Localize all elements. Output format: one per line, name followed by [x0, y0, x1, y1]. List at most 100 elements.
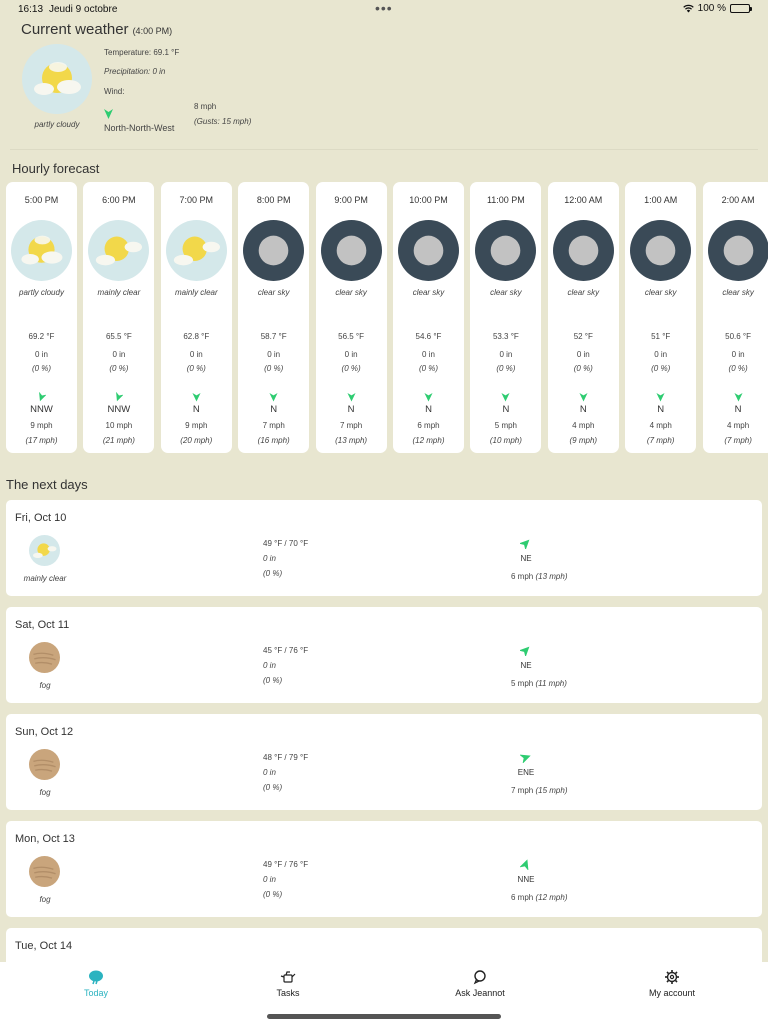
daily-condition: fog	[39, 681, 51, 690]
daily-wind-speed: 5 mph	[511, 679, 534, 688]
hourly-wind-gust: (16 mph)	[257, 436, 290, 445]
hourly-wind-direction: N	[657, 404, 665, 415]
hourly-temperature: 54.6 °F	[415, 332, 442, 341]
hourly-condition: clear sky	[567, 288, 600, 297]
daily-precip-chance: (0 %)	[263, 890, 283, 899]
daily-condition: mainly clear	[23, 574, 67, 583]
tab-tasks[interactable]: Tasks	[192, 969, 384, 1009]
hourly-time: 1:00 AM	[644, 195, 678, 205]
daily-card[interactable]: Fri, Oct 10 mainly clear 49 °F / 70 °F 0…	[6, 500, 762, 596]
hourly-time: 10:00 PM	[409, 195, 448, 205]
current-wind-label: Wind:	[104, 87, 125, 96]
daily-condition: fog	[39, 895, 51, 904]
current-time: (4:00 PM)	[132, 26, 173, 36]
partly-cloudy-icon	[22, 44, 92, 114]
current-condition: partly cloudy	[34, 120, 80, 129]
multitask-dots-icon[interactable]: •••	[375, 0, 393, 16]
daily-card[interactable]: Sat, Oct 11 fog 45 °F / 76 °F 0 in (0 %)…	[6, 607, 762, 703]
hourly-wind-speed: 9 mph	[30, 421, 53, 430]
hourly-wind-direction: N	[502, 404, 510, 415]
hourly-time: 11:00 PM	[486, 195, 525, 205]
wind-arrow-icon	[520, 539, 530, 549]
daily-wind-speed: 6 mph	[511, 572, 534, 581]
clear-night-icon	[707, 220, 768, 281]
hourly-card[interactable]: 7:00 PM mainly clear 62.8 °F 0 in (0 %) …	[160, 182, 232, 453]
hourly-precipitation: 0 in	[35, 350, 48, 359]
hourly-wind-gust: (21 mph)	[102, 436, 135, 445]
hourly-wind-gust: (12 mph)	[412, 436, 445, 445]
hourly-card[interactable]: 9:00 PM clear sky 56.5 °F 0 in (0 %) N 7…	[315, 182, 387, 453]
daily-wind-direction: NE	[520, 554, 532, 563]
daily-precipitation: 0 in	[263, 768, 276, 777]
daily-wind-gust: (15 mph)	[535, 786, 568, 795]
hourly-card[interactable]: 6:00 PM mainly clear 65.5 °F 0 in (0 %) …	[83, 182, 155, 453]
clear-night-icon	[630, 220, 692, 281]
hourly-precip-chance: (0 %)	[341, 364, 361, 373]
hourly-card[interactable]: 12:00 AM clear sky 52 °F 0 in (0 %) N 4 …	[547, 182, 619, 453]
hourly-wind-gust: (7 mph)	[646, 436, 675, 445]
daily-card[interactable]: Sun, Oct 12 fog 48 °F / 79 °F 0 in (0 %)…	[6, 714, 762, 810]
wind-arrow-icon	[104, 109, 113, 119]
hourly-card[interactable]: 10:00 PM clear sky 54.6 °F 0 in (0 %) N …	[393, 182, 464, 453]
hourly-wind-direction: N	[425, 404, 432, 415]
partly-cloudy-icon	[11, 220, 72, 281]
hourly-condition: clear sky	[257, 288, 290, 297]
daily-wind-speed: 7 mph	[511, 786, 534, 795]
daily-wind-gust: (11 mph)	[535, 679, 567, 688]
home-indicator[interactable]	[267, 1014, 501, 1019]
current-title: Current weather (4:00 PM)	[21, 21, 172, 38]
wind-arrow-icon	[269, 392, 278, 402]
tab-today[interactable]: Today	[0, 969, 192, 1009]
hourly-forecast[interactable]: 5:00 PM partly cloudy 69.2 °F 0 in (0 %)…	[6, 182, 768, 454]
hourly-wind-direction: N	[270, 404, 278, 415]
fog-icon	[29, 749, 60, 780]
wind-arrow-icon	[192, 392, 201, 402]
hourly-card[interactable]: 5:00 PM partly cloudy 69.2 °F 0 in (0 %)…	[6, 182, 77, 453]
daily-wind-speed: 6 mph	[511, 893, 534, 902]
daily-precip-chance: (0 %)	[263, 783, 283, 792]
hourly-precipitation: 0 in	[499, 350, 513, 359]
clear-night-icon	[243, 220, 305, 281]
wind-arrow-icon	[116, 392, 124, 402]
daily-temperature-range: 49 °F / 70 °F	[263, 539, 309, 548]
wind-arrow-icon	[424, 392, 433, 402]
hourly-wind-gust: (17 mph)	[25, 436, 58, 445]
hourly-time: 8:00 PM	[256, 195, 291, 205]
tab-ask-jeannot[interactable]: Ask Jeannot	[384, 969, 576, 1009]
hourly-precipitation: 0 in	[576, 350, 590, 359]
tab-label: Ask Jeannot	[455, 988, 505, 998]
daily-wind-gust: (12 mph)	[535, 893, 568, 902]
tab-my-account[interactable]: My account	[576, 969, 768, 1009]
daily-card[interactable]: Tue, Oct 14	[6, 928, 762, 962]
hourly-wind-speed: 7 mph	[339, 421, 363, 430]
hourly-card[interactable]: 11:00 PM clear sky 53.3 °F 0 in (0 %) N …	[470, 182, 542, 453]
wind-arrow-icon	[501, 392, 510, 402]
hourly-condition: clear sky	[644, 288, 677, 297]
hourly-condition: clear sky	[412, 288, 445, 297]
hourly-temperature: 51 °F	[651, 332, 671, 341]
clear-night-icon	[320, 220, 382, 281]
chat-icon	[473, 970, 486, 985]
status-bar: 16:13 Jeudi 9 octobre ••• 100 %	[0, 0, 768, 18]
hourly-card[interactable]: 8:00 PM clear sky 58.7 °F 0 in (0 %) N 7…	[238, 182, 310, 453]
hourly-precip-chance: (0 %)	[31, 364, 52, 373]
hourly-card[interactable]: 2:00 AM clear sky 50.6 °F 0 in (0 %) N 4…	[702, 182, 768, 453]
daily-title: The next days	[6, 477, 88, 492]
fog-icon	[29, 856, 60, 887]
hourly-wind-direction: NNW	[30, 404, 53, 415]
current-wind-speed: 8 mph	[194, 102, 217, 111]
daily-precip-chance: (0 %)	[263, 676, 283, 685]
hourly-temperature: 62.8 °F	[183, 332, 210, 341]
daily-card[interactable]: Mon, Oct 13 fog 49 °F / 76 °F 0 in (0 %)…	[6, 821, 762, 917]
hourly-condition: mainly clear	[97, 288, 141, 297]
hourly-temperature: 53.3 °F	[492, 332, 519, 341]
hourly-card[interactable]: 1:00 AM clear sky 51 °F 0 in (0 %) N 4 m…	[625, 182, 697, 453]
hourly-precipitation: 0 in	[731, 350, 745, 359]
hourly-precip-chance: (0 %)	[573, 364, 593, 373]
daily-wind-direction: ENE	[517, 768, 535, 777]
wifi-icon	[682, 4, 694, 13]
wind-arrow-icon	[520, 754, 531, 763]
clear-night-icon	[475, 220, 537, 281]
hourly-wind-gust: (13 mph)	[335, 436, 368, 445]
hourly-time: 9:00 PM	[334, 195, 368, 205]
